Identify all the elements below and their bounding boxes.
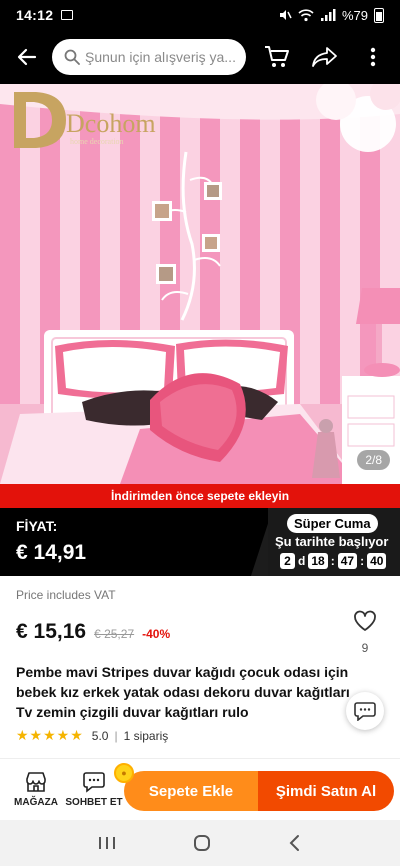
status-right: %79: [278, 7, 384, 23]
vat-note: Price includes VAT: [16, 588, 116, 602]
chat-tab-label: SOHBET ET: [65, 797, 123, 808]
store-tab-label: MAĞAZA: [14, 797, 58, 808]
event-start-text: Şu tarihte başlıyor: [275, 534, 389, 549]
price-label: FİYAT:: [16, 518, 58, 534]
brand-logo-text: Dcohom: [66, 109, 156, 138]
signal-icon: [320, 9, 336, 21]
more-vertical-icon: [370, 47, 376, 67]
product-photo: Dcohom home decoration: [0, 84, 400, 484]
more-button[interactable]: [356, 40, 390, 74]
store-tab[interactable]: MAĞAZA: [6, 771, 66, 808]
status-bar: 14:12 %79: [0, 0, 400, 30]
rating-value: 5.0: [91, 728, 109, 743]
battery-percent: %79: [341, 7, 368, 23]
wishlist-button[interactable]: 9: [352, 610, 378, 655]
price-band: FİYAT: € 14,91 Süper Cuma Şu tarihte baş…: [0, 508, 400, 576]
star-rating-icon: ★★★★★: [16, 727, 84, 743]
cart-icon: [265, 46, 289, 67]
countdown-minutes: 47: [337, 553, 358, 569]
promo-banner[interactable]: İndirimden önce sepete ekleyin: [0, 484, 400, 508]
top-actions: [260, 40, 390, 74]
product-title: Pembe mavi Stripes duvar kağıdı çocuk od…: [16, 664, 350, 720]
original-price: € 25,27: [94, 627, 135, 641]
chat-icon: [83, 772, 105, 793]
floating-chat-button[interactable]: [346, 692, 384, 730]
countdown-hours: 18: [308, 553, 328, 569]
countdown-days: 2: [280, 553, 295, 569]
arrow-left-icon: [17, 48, 37, 66]
rating-separator: |: [114, 728, 118, 743]
countdown-seconds: 40: [367, 553, 387, 569]
price-row: € 15,16 € 25,27 -40%: [16, 620, 170, 644]
price-band-left: FİYAT: € 14,91: [16, 518, 86, 565]
image-counter: 2/8: [357, 450, 390, 470]
top-app-bar: [0, 30, 400, 84]
countdown-timer: 2 d 18 : 47 : 40: [280, 553, 387, 569]
search-icon: [64, 49, 80, 65]
cart-button[interactable]: [260, 40, 294, 74]
search-bar[interactable]: [52, 39, 246, 75]
home-icon[interactable]: [192, 833, 212, 853]
no-sound-icon: [279, 10, 292, 20]
super-friday-badge: Süper Cuma: [287, 514, 378, 533]
system-nav-bar: [0, 820, 400, 866]
wishlist-count: 9: [361, 641, 369, 655]
order-count: 1 sipariş: [123, 728, 169, 743]
brand-tagline: home decoration: [70, 137, 124, 146]
countdown-days-unit: d: [298, 554, 306, 568]
countdown-colon: :: [360, 554, 365, 568]
heart-icon: [354, 610, 376, 631]
rating-row[interactable]: ★★★★★ 5.0 | 1 sipariş: [16, 727, 168, 744]
countdown-colon: :: [330, 554, 335, 568]
buy-now-button[interactable]: Şimdi Satın Al: [258, 771, 394, 811]
back-nav-icon[interactable]: [287, 834, 303, 852]
add-to-cart-button[interactable]: Sepete Ekle: [124, 771, 258, 811]
back-button[interactable]: [10, 40, 44, 74]
coin-icon: ●: [114, 763, 134, 783]
current-price: € 15,16: [16, 620, 87, 643]
chat-bubble-icon: [354, 702, 376, 721]
share-button[interactable]: [308, 40, 342, 74]
search-input[interactable]: [85, 49, 235, 65]
gallery-notification-icon: [61, 10, 74, 20]
recent-apps-icon[interactable]: [97, 835, 117, 851]
sale-price: € 14,91: [16, 541, 87, 564]
wifi-icon: [298, 9, 314, 22]
share-icon: [312, 47, 337, 67]
battery-icon: [374, 7, 384, 23]
bottom-action-bar: MAĞAZA SOHBET ET Sepete Ekle Şimdi Satın…: [0, 758, 400, 820]
status-time: 14:12: [16, 7, 54, 23]
store-icon: [26, 772, 46, 792]
product-image-gallery[interactable]: Dcohom home decoration 2/8: [0, 84, 400, 484]
discount-percent: -40%: [142, 627, 171, 641]
